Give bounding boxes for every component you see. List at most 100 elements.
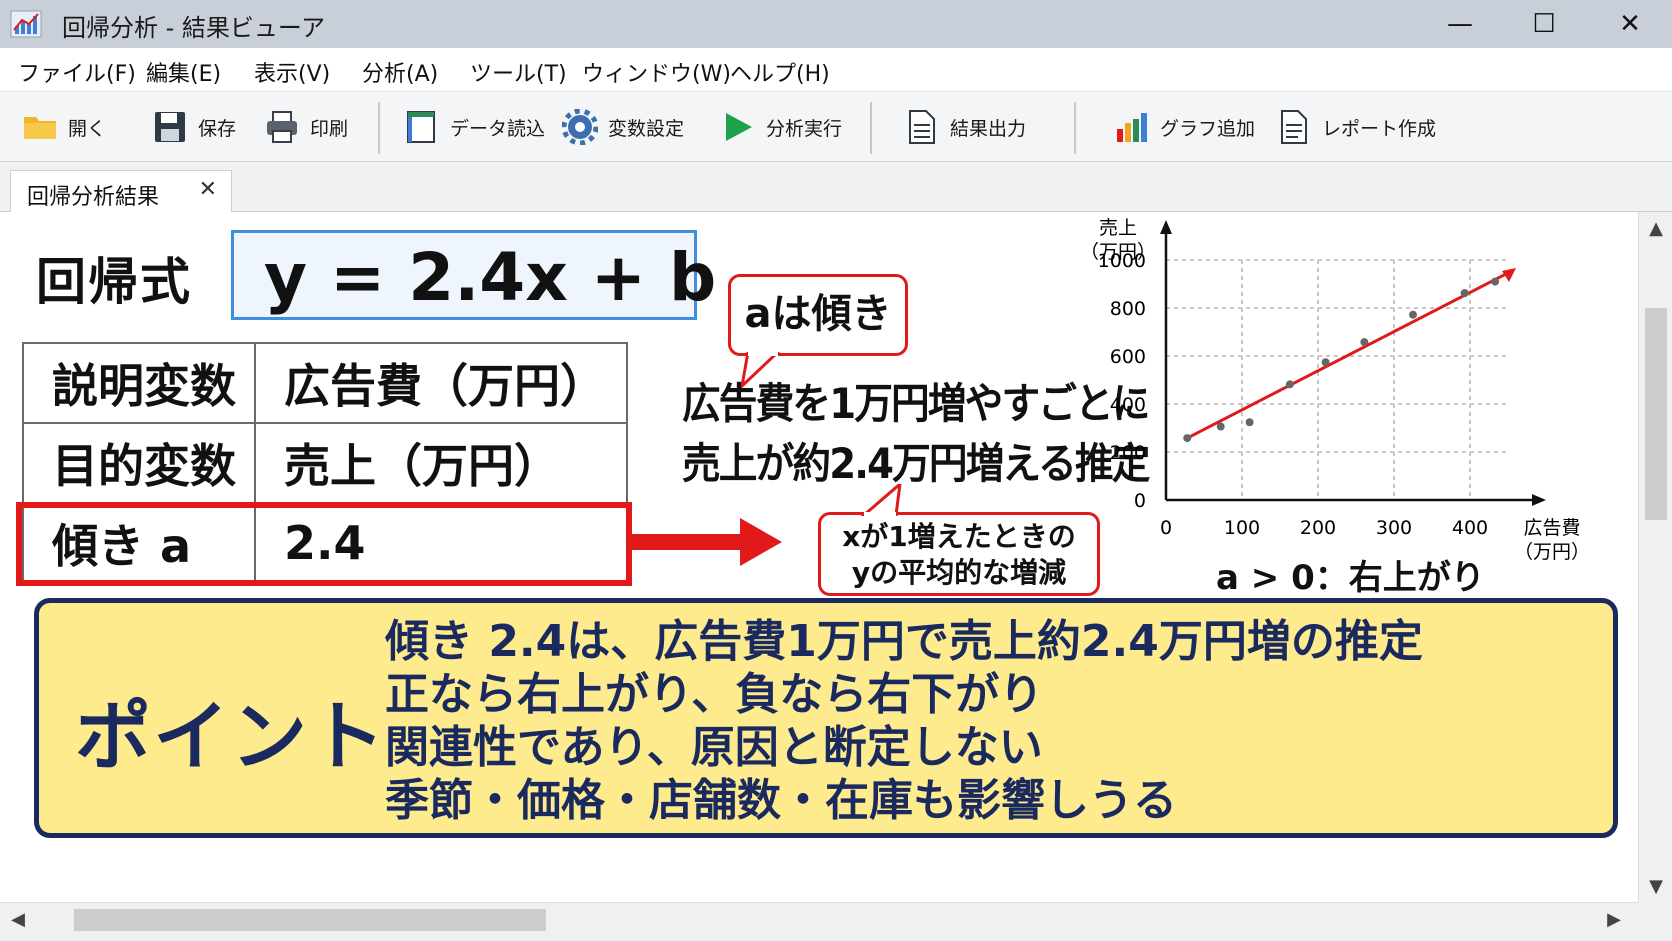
table-key: 目的変数 <box>22 422 256 504</box>
menu-window[interactable]: ウィンドウ(W) <box>582 56 731 88</box>
app-chart-icon <box>10 10 42 38</box>
slope-highlight-frame <box>16 502 632 586</box>
gear-icon <box>562 109 598 145</box>
save-icon <box>155 112 185 142</box>
key-points-list: 傾き 2.4は、広告費1万円で売上約2.4万円増の推定 正なら右上がり、負なら右… <box>385 615 1423 827</box>
slope-explanation: 広告費を1万円増やすごとに 売上が約2.4万円増える推定 <box>682 374 1150 494</box>
key-points-title: ポイント <box>75 692 387 781</box>
bar-chart-icon <box>1117 113 1147 142</box>
callout-x-note: xが1増えたときの yの平均的な増減 <box>818 512 1100 596</box>
vertical-scrollbar[interactable]: ▲ ▼ <box>1638 212 1672 902</box>
callout-a-text: aは傾き <box>744 291 892 337</box>
x-tick-label: 200 <box>1300 517 1336 539</box>
export-results-button[interactable]: 結果出力 <box>904 104 1026 150</box>
status-strip <box>0 936 1638 941</box>
save-button[interactable]: 保存 <box>152 104 236 150</box>
y-tick-label: 0 <box>1134 490 1146 512</box>
y-tick-label: 800 <box>1110 298 1146 320</box>
tab-strip: 回帰分析結果 ✕ <box>0 162 1672 213</box>
callout-x-line: xが1増えたときの <box>842 520 1076 553</box>
import-data-button[interactable]: データ読込 <box>404 104 545 150</box>
menu-edit[interactable]: 編集(E) <box>146 56 221 88</box>
close-window-button[interactable]: ✕ <box>1590 0 1670 48</box>
equation-box: y = 2.4x + b <box>231 230 716 320</box>
horizontal-scrollbar[interactable]: ◀ ▶ <box>0 902 1638 936</box>
chart-ticks: 020040060080010000 100 200 300 400 <box>1098 250 1488 539</box>
key-point: 傾き 2.4は、広告費1万円で売上約2.4万円増の推定 <box>385 616 1423 667</box>
save-label: 保存 <box>198 117 237 140</box>
menu-view[interactable]: 表示(V) <box>254 56 330 88</box>
x-axis-label: 広告費 <box>1523 517 1580 539</box>
variable-settings-button[interactable]: 変数設定 <box>562 104 684 150</box>
data-point <box>1321 358 1330 367</box>
table-row: 目的変数 売上（万円） <box>22 422 628 504</box>
scroll-down-icon[interactable]: ▼ <box>1639 876 1672 897</box>
callout-x-line: yの平均的な増減 <box>851 556 1067 589</box>
scatter-chart: 020040060080010000 100 200 300 400 売上（万円）広告費… <box>1086 217 1590 563</box>
table-key: 説明変数 <box>22 342 256 424</box>
equation-label: 回帰式 <box>36 253 192 311</box>
y-axis-label: 売上 <box>1099 217 1137 239</box>
scroll-up-icon[interactable]: ▲ <box>1639 218 1672 239</box>
add-chart-button[interactable]: グラフ追加 <box>1114 104 1255 150</box>
red-arrow-head <box>740 518 782 566</box>
menu-help[interactable]: ヘルプ(H) <box>730 56 830 88</box>
x-axis-arrow <box>1532 494 1546 506</box>
create-report-button[interactable]: レポート作成 <box>1276 104 1436 150</box>
menu-tools[interactable]: ツール(T) <box>470 56 567 88</box>
menu-file[interactable]: ファイル(F) <box>18 56 136 88</box>
import-data-label: データ読込 <box>450 117 546 140</box>
chart-axes <box>1160 220 1546 506</box>
scroll-left-icon[interactable]: ◀ <box>8 909 28 930</box>
key-point: 季節・価格・店舗数・在庫も影響しうる <box>385 775 1177 826</box>
data-point <box>1285 380 1294 389</box>
data-sheet-icon <box>407 111 435 143</box>
variable-settings-label: 変数設定 <box>608 117 685 140</box>
maximize-button[interactable]: ☐ <box>1504 0 1584 48</box>
y-tick-label: 400 <box>1110 394 1146 416</box>
minimize-button[interactable]: — <box>1420 0 1500 48</box>
menu-analysis[interactable]: 分析(A) <box>362 56 438 88</box>
trend-line <box>1186 271 1509 440</box>
horizontal-scroll-thumb[interactable] <box>74 909 546 931</box>
x-tick-label: 0 <box>1160 517 1172 539</box>
y-axis-arrow <box>1160 220 1172 234</box>
tab-close-icon[interactable]: ✕ <box>199 177 217 202</box>
x-tick-label: 100 <box>1224 517 1260 539</box>
export-results-label: 結果出力 <box>950 117 1027 140</box>
open-label: 開く <box>68 117 107 140</box>
key-point: 正なら右上がり、負なら右下がり <box>385 669 1044 720</box>
scroll-right-icon[interactable]: ▶ <box>1604 909 1624 930</box>
callout-a-is-slope: aは傾き <box>728 274 908 356</box>
tab-label: 回帰分析結果 <box>27 185 160 210</box>
x-tick-label: 300 <box>1376 517 1412 539</box>
printer-icon <box>267 111 297 143</box>
vertical-scroll-thumb[interactable] <box>1645 308 1667 520</box>
window-title: 回帰分析 - 結果ビューア <box>62 14 325 42</box>
folder-icon <box>24 117 56 139</box>
menu-bar: ファイル(F) 編集(E) 表示(V) 分析(A) ツール(T) ウィンドウ(W… <box>0 48 1672 92</box>
data-point <box>1183 434 1192 443</box>
title-bar: 回帰分析 - 結果ビューア — ☐ ✕ <box>0 0 1672 48</box>
toolbar-separator <box>870 102 872 154</box>
table-value: 広告費（万円） <box>254 342 628 424</box>
results-content: 回帰式 y = 2.4x + b 説明変数 広告費（万円） 目的変数 売上（万円… <box>0 212 1638 902</box>
open-button[interactable]: 開く <box>22 104 106 150</box>
play-icon <box>726 113 752 141</box>
explanation-line: 広告費を1万円増やすごとに <box>682 379 1150 428</box>
print-label: 印刷 <box>310 117 349 140</box>
data-point <box>1491 277 1500 286</box>
data-point <box>1460 289 1469 298</box>
document-icon <box>909 110 935 144</box>
explanation-line: 売上が約2.4万円増える推定 <box>682 439 1150 488</box>
data-point <box>1360 338 1369 347</box>
print-button[interactable]: 印刷 <box>264 104 348 150</box>
run-analysis-label: 分析実行 <box>766 117 843 140</box>
data-point <box>1409 310 1417 319</box>
tab-regression-results[interactable]: 回帰分析結果 ✕ <box>10 170 232 213</box>
run-analysis-button[interactable]: 分析実行 <box>720 104 842 150</box>
table-value: 売上（万円） <box>254 422 628 504</box>
create-report-label: レポート作成 <box>1322 117 1437 140</box>
key-point: 関連性であり、原因と断定しない <box>385 722 1043 773</box>
equation-formula: y = 2.4x + b <box>264 239 717 316</box>
